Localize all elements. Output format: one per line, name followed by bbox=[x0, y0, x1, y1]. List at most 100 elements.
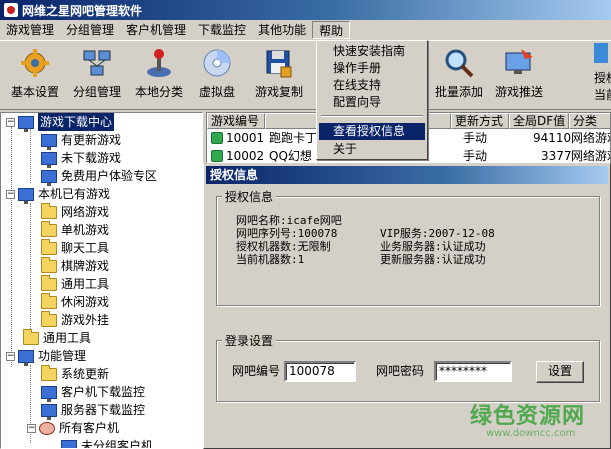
column-category[interactable]: 分类 bbox=[569, 113, 610, 129]
menu-item-manual[interactable]: 操作手册 bbox=[319, 60, 425, 77]
download-monitor-icon bbox=[41, 403, 57, 420]
menu-help[interactable]: 帮助 bbox=[312, 21, 351, 39]
tree-node-online-games[interactable]: 网络游戏 bbox=[41, 202, 109, 221]
cafe-password-label: 网吧密码 bbox=[376, 364, 425, 378]
tree-node-free-zone[interactable]: 免费用户体验专区 bbox=[41, 167, 157, 186]
folder-icon bbox=[41, 220, 57, 237]
basic-settings-button[interactable]: 基本设置 bbox=[4, 45, 66, 105]
game-copy-label: 游戏复制 bbox=[254, 85, 303, 99]
current-machines: 当前机器数:1 bbox=[236, 253, 305, 266]
tree-node-has-update[interactable]: 有更新游戏 bbox=[41, 131, 121, 150]
gear-icon bbox=[19, 47, 51, 79]
folder-icon bbox=[41, 238, 57, 255]
menu-other-functions[interactable]: 其他功能 bbox=[252, 21, 312, 39]
menu-item-quick-install-guide[interactable]: 快速安装指南 bbox=[319, 43, 425, 60]
menu-game-management[interactable]: 游戏管理 bbox=[0, 21, 60, 39]
group-management-label: 分组管理 bbox=[72, 85, 121, 99]
batch-add-button[interactable]: 批量添加 bbox=[428, 45, 490, 105]
game-push-button[interactable]: 游戏推送 bbox=[488, 45, 550, 105]
cafe-serial: 网吧序列号:100078 bbox=[236, 227, 338, 240]
vip-service: VIP服务:2007-12-08 bbox=[380, 227, 495, 240]
folder-icon bbox=[23, 328, 39, 345]
window-title-bar[interactable]: 网维之星网吧管理软件 bbox=[0, 0, 611, 20]
floppy-icon bbox=[263, 47, 295, 79]
menu-item-about[interactable]: 关于 bbox=[319, 141, 425, 158]
column-update-mode[interactable]: 更新方式 bbox=[451, 113, 509, 129]
menu-item-config-wizard[interactable]: 配置向导 bbox=[319, 94, 425, 111]
monitor-icon bbox=[61, 439, 77, 448]
tree-node-leisure-games[interactable]: 休闲游戏 bbox=[41, 292, 109, 311]
menu-client-management[interactable]: 客户机管理 bbox=[120, 21, 192, 39]
folder-icon bbox=[41, 274, 57, 291]
magnifier-icon bbox=[443, 47, 475, 79]
tree-node-client-download-monitor[interactable]: 客户机下载监控 bbox=[41, 383, 145, 402]
watermark-text: 绿色资源网 bbox=[470, 404, 586, 429]
tree-node-single-games[interactable]: 单机游戏 bbox=[41, 220, 109, 239]
collapse-icon[interactable]: − bbox=[6, 189, 15, 199]
table-row[interactable]: 10001 bbox=[211, 130, 269, 146]
menu-group-management[interactable]: 分组管理 bbox=[60, 21, 120, 39]
menu-separator bbox=[321, 115, 423, 117]
toolbar-partial-label-2: 当前 bbox=[594, 88, 611, 102]
monitor-icon bbox=[18, 187, 34, 204]
cell-name: QQ幻想 bbox=[269, 149, 312, 163]
cell-update-mode: 手动 bbox=[463, 131, 488, 145]
menu-bar: 游戏管理 分组管理 客户机管理 下载监控 其他功能 帮助 bbox=[0, 20, 611, 40]
tree-node-function-management[interactable]: − 功能管理 bbox=[6, 347, 86, 366]
group-management-button[interactable]: 分组管理 bbox=[66, 45, 128, 105]
tree-node-general-tools-root[interactable]: 通用工具 bbox=[23, 328, 91, 347]
help-dropdown-menu: 快速安装指南 操作手册 在线支持 配置向导 查看授权信息 关于 bbox=[316, 40, 428, 160]
toolbar: 基本设置 分组管理 本地分类 虚拟盘 游戏复制 批量添加 游戏推送 授 当 bbox=[0, 40, 611, 110]
collapse-icon[interactable]: − bbox=[6, 351, 15, 361]
tree-node-general-tools[interactable]: 通用工具 bbox=[41, 274, 109, 293]
watermark-url: www.downcc.com bbox=[486, 428, 576, 439]
dialog-title-bar[interactable]: 授权信息 bbox=[206, 166, 608, 184]
folder-icon bbox=[41, 256, 57, 273]
tree-node-server-download-monitor[interactable]: 服务器下载监控 bbox=[41, 401, 145, 420]
local-category-label: 本地分类 bbox=[134, 85, 183, 99]
folder-icon bbox=[41, 364, 57, 381]
monitor-icon bbox=[18, 349, 34, 366]
batch-add-label: 批量添加 bbox=[434, 85, 483, 99]
tree-node-not-downloaded[interactable]: 未下载游戏 bbox=[41, 149, 121, 168]
column-global-df[interactable]: 全局DF值 bbox=[509, 113, 569, 129]
cafe-name: 网吧名称:icafe网吧 bbox=[236, 214, 342, 227]
collapse-icon[interactable]: − bbox=[6, 117, 15, 127]
virtual-disk-button[interactable]: 虚拟盘 bbox=[186, 45, 248, 105]
tree-node-download-center[interactable]: − 游戏下载中心 bbox=[6, 113, 115, 132]
settings-button[interactable]: 设置 bbox=[536, 361, 584, 383]
tree-node-system-update[interactable]: 系统更新 bbox=[41, 364, 109, 383]
cafe-id-input[interactable]: 100078 bbox=[284, 361, 356, 382]
table-row[interactable]: 10002 bbox=[211, 148, 269, 164]
category-tree[interactable]: − 游戏下载中心 有更新游戏 未下载游戏 免费用户体验专区 − 本机已有游戏 网… bbox=[0, 112, 203, 449]
menu-item-view-license[interactable]: 查看授权信息 bbox=[319, 123, 425, 140]
column-game-id[interactable]: 游戏编号 bbox=[207, 113, 265, 129]
menu-item-online-support[interactable]: 在线支持 bbox=[319, 77, 425, 94]
toolbar-overflow: 授权 当前 bbox=[594, 43, 611, 103]
auth-icon bbox=[594, 43, 608, 63]
cell-category: 网络游戏 bbox=[571, 131, 610, 145]
basic-settings-label: 基本设置 bbox=[10, 85, 59, 99]
tree-node-ungrouped-clients[interactable]: 未分组客户机 bbox=[61, 437, 153, 448]
cell-name: 跑跑卡丁 bbox=[269, 131, 318, 145]
collapse-icon[interactable]: − bbox=[27, 423, 36, 433]
game-push-label: 游戏推送 bbox=[494, 85, 543, 99]
monitor-icon bbox=[41, 151, 57, 168]
tree-node-chat-tools[interactable]: 聊天工具 bbox=[41, 238, 109, 257]
folder-icon bbox=[41, 292, 57, 309]
joystick-icon bbox=[143, 47, 175, 79]
cell-df: 3377 bbox=[541, 149, 572, 163]
tree-node-chess-games[interactable]: 棋牌游戏 bbox=[41, 256, 109, 275]
licensed-machines: 授权机器数:无限制 bbox=[236, 240, 331, 253]
tree-node-all-clients[interactable]: − 所有客户机 bbox=[27, 419, 119, 437]
push-monitor-icon bbox=[503, 47, 535, 79]
cell-update-mode: 手动 bbox=[463, 149, 488, 163]
toolbar-partial-label-1: 授权 bbox=[594, 71, 611, 85]
cafe-password-input[interactable]: ******** bbox=[434, 361, 512, 382]
tree-node-local-games[interactable]: − 本机已有游戏 bbox=[6, 185, 110, 204]
tree-node-game-plugins[interactable]: 游戏外挂 bbox=[41, 310, 109, 329]
menu-download-monitor[interactable]: 下载监控 bbox=[192, 21, 252, 39]
local-category-button[interactable]: 本地分类 bbox=[128, 45, 190, 105]
license-info-group-label: 授权信息 bbox=[222, 188, 277, 205]
game-copy-button[interactable]: 游戏复制 bbox=[248, 45, 310, 105]
